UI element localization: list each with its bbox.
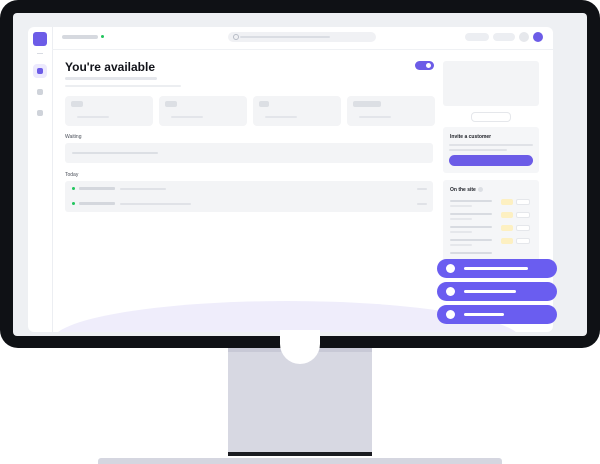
visitor-detail bbox=[120, 188, 166, 190]
monitor-stand-foot bbox=[228, 452, 372, 456]
preview-button[interactable] bbox=[471, 112, 511, 122]
widget-preview bbox=[443, 61, 539, 106]
rail-item-settings[interactable] bbox=[33, 106, 47, 120]
site-visitor-detail bbox=[450, 244, 472, 246]
customers-icon bbox=[37, 89, 43, 95]
availability-toggle[interactable] bbox=[415, 61, 434, 70]
invite-button[interactable] bbox=[449, 155, 533, 166]
invite-text-2 bbox=[449, 149, 507, 151]
rail-item-inbox[interactable] bbox=[33, 64, 47, 78]
breadcrumb[interactable] bbox=[62, 35, 98, 39]
pill-avatar-icon bbox=[446, 310, 455, 319]
rail-divider bbox=[37, 53, 43, 54]
visitor-action-button[interactable] bbox=[516, 199, 530, 205]
floating-pill-1 bbox=[437, 259, 557, 278]
nav-rail bbox=[28, 27, 53, 332]
site-visitor-name bbox=[450, 239, 492, 241]
visitor-status-dot bbox=[72, 202, 75, 205]
search-placeholder bbox=[240, 36, 330, 38]
site-visitor-name bbox=[450, 213, 492, 215]
stat-card-3 bbox=[253, 96, 341, 126]
visitor-tag bbox=[501, 199, 513, 205]
waiting-label: Waiting bbox=[65, 134, 82, 140]
page-title: You're available bbox=[65, 60, 156, 74]
on-site-title: On the site bbox=[450, 187, 476, 193]
help-icon[interactable] bbox=[478, 187, 483, 192]
page-subtitle bbox=[65, 77, 157, 80]
rail-item-customers[interactable] bbox=[33, 85, 47, 99]
visitor-tag bbox=[501, 238, 513, 244]
settings-icon bbox=[37, 110, 43, 116]
today-label: Today bbox=[65, 172, 79, 178]
visitor-time bbox=[417, 188, 427, 190]
search-icon bbox=[233, 34, 239, 40]
pill-avatar-icon bbox=[446, 264, 455, 273]
online-status-dot bbox=[101, 35, 104, 38]
topbar-button-1[interactable] bbox=[465, 33, 489, 41]
site-visitor-detail bbox=[450, 231, 472, 233]
stat-card-1 bbox=[65, 96, 153, 126]
floating-pill-3 bbox=[437, 305, 557, 324]
notifications-icon[interactable] bbox=[519, 32, 529, 42]
visitor-tag bbox=[501, 225, 513, 231]
monitor-base bbox=[98, 458, 502, 464]
invite-title: Invite a customer bbox=[450, 134, 492, 140]
visitor-action-button[interactable] bbox=[516, 238, 530, 244]
pill-avatar-icon bbox=[446, 287, 455, 296]
pill-text bbox=[464, 313, 504, 316]
pill-text bbox=[464, 290, 516, 293]
visitor-tag bbox=[501, 212, 513, 218]
floating-pill-2 bbox=[437, 282, 557, 301]
stat-card-2 bbox=[159, 96, 247, 126]
visitor-action-button[interactable] bbox=[516, 212, 530, 218]
page-description bbox=[65, 85, 181, 87]
visitor-name[interactable] bbox=[79, 187, 115, 190]
toggle-knob bbox=[426, 63, 431, 68]
user-avatar[interactable] bbox=[533, 32, 543, 42]
topbar-button-2[interactable] bbox=[493, 33, 515, 41]
inbox-icon bbox=[37, 68, 43, 74]
site-visitor-detail bbox=[450, 205, 472, 207]
visitor-name[interactable] bbox=[79, 202, 115, 205]
site-visitor-name bbox=[450, 252, 492, 254]
site-visitor-detail bbox=[450, 218, 472, 220]
invite-text-1 bbox=[449, 144, 533, 146]
today-list bbox=[65, 181, 433, 212]
visitor-status-dot bbox=[72, 187, 75, 190]
logo-icon[interactable] bbox=[33, 32, 47, 46]
visitor-time bbox=[417, 203, 427, 205]
pill-text bbox=[464, 267, 528, 270]
visitor-detail bbox=[120, 203, 191, 205]
site-visitor-name bbox=[450, 200, 492, 202]
visitor-action-button[interactable] bbox=[516, 225, 530, 231]
stat-card-4 bbox=[347, 96, 435, 126]
site-visitor-name bbox=[450, 226, 492, 228]
waiting-empty-text bbox=[72, 152, 158, 154]
topbar-divider bbox=[52, 49, 553, 50]
